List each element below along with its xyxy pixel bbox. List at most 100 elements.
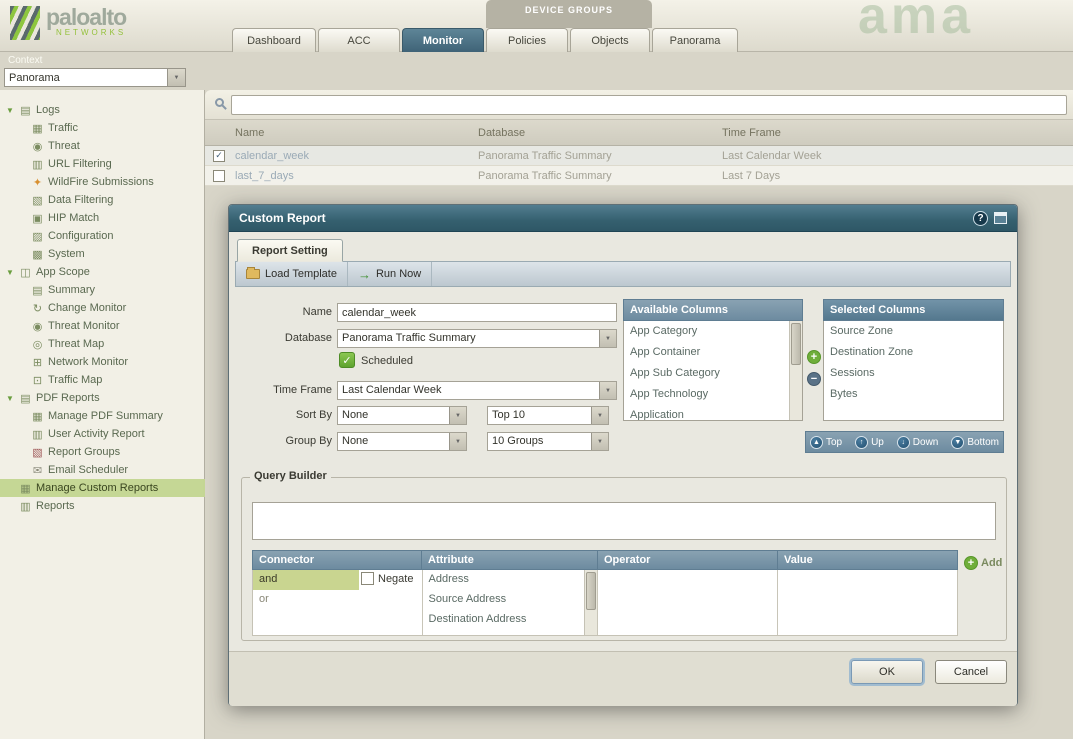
hip-match-icon: ▣ xyxy=(30,212,45,225)
sidebar-item-data-filtering[interactable]: ▧Data Filtering xyxy=(0,191,205,209)
tab-report-setting[interactable]: Report Setting xyxy=(237,239,343,262)
tab-dashboard[interactable]: Dashboard xyxy=(232,28,316,52)
context-value: Panorama xyxy=(5,69,167,86)
attribute-option[interactable]: Destination Address xyxy=(423,610,598,630)
move-up-button[interactable]: ↑Up xyxy=(855,436,884,449)
traffic-icon: ▦ xyxy=(30,122,45,135)
sidebar-item-label: Reports xyxy=(36,500,75,512)
negate-label: Negate xyxy=(378,573,413,585)
scheduled-checkbox[interactable]: ✓ xyxy=(339,352,355,368)
sidebar-item-threat[interactable]: ◉Threat xyxy=(0,137,205,155)
group-by-limit-select[interactable]: 10 Groups ▼ xyxy=(487,432,609,451)
collapse-arrow-icon[interactable]: ▼ xyxy=(6,106,18,115)
available-columns-header: Available Columns xyxy=(623,299,803,321)
sort-by-select[interactable]: None ▼ xyxy=(337,406,467,425)
group-by-select[interactable]: None ▼ xyxy=(337,432,467,451)
column-header-name[interactable]: Name xyxy=(231,127,474,139)
row-checkbox[interactable]: ✓ xyxy=(213,150,225,162)
scrollbar-thumb[interactable] xyxy=(791,323,801,365)
move-top-button[interactable]: ▲Top xyxy=(810,436,842,449)
sort-by-limit-select[interactable]: Top 10 ▼ xyxy=(487,406,609,425)
sidebar-item-manage-pdf-summary[interactable]: ▦Manage PDF Summary xyxy=(0,407,205,425)
time-frame-label: Time Frame xyxy=(237,384,332,396)
list-item[interactable]: App Category xyxy=(624,321,802,342)
report-table-header: Name Database Time Frame xyxy=(205,120,1073,146)
sidebar-item-label: Configuration xyxy=(48,230,113,242)
sidebar-item-traffic[interactable]: ▦Traffic xyxy=(0,119,205,137)
configuration-icon: ▨ xyxy=(30,230,45,243)
collapse-arrow-icon[interactable]: ▼ xyxy=(6,394,18,403)
report-name-link[interactable]: calendar_week xyxy=(231,150,474,162)
sidebar-item-wildfire-submissions[interactable]: ✦WildFire Submissions xyxy=(0,173,205,191)
attribute-option[interactable]: Address xyxy=(423,570,598,590)
list-item[interactable]: App Technology xyxy=(624,384,802,405)
list-item[interactable]: App Container xyxy=(624,342,802,363)
scrollbar[interactable] xyxy=(584,570,597,635)
database-select[interactable]: Panorama Traffic Summary ▼ xyxy=(337,329,617,348)
report-name-link[interactable]: last_7_days xyxy=(231,170,474,182)
move-down-button[interactable]: ↓Down xyxy=(897,436,939,449)
add-rule-button[interactable]: + Add xyxy=(964,556,1002,570)
sidebar-item-pdf-reports[interactable]: ▼▤PDF Reports xyxy=(0,389,205,407)
list-item[interactable]: Destination Zone xyxy=(824,342,1003,363)
row-checkbox[interactable] xyxy=(213,170,225,182)
help-icon[interactable]: ? xyxy=(973,211,988,226)
connector-option-and[interactable]: and xyxy=(253,570,359,590)
sidebar-item-change-monitor[interactable]: ↻Change Monitor xyxy=(0,299,205,317)
report-database: Panorama Traffic Summary xyxy=(474,170,718,182)
list-item[interactable]: Source Zone xyxy=(824,321,1003,342)
list-item[interactable]: Bytes xyxy=(824,384,1003,405)
sidebar-item-manage-custom-reports[interactable]: ▦Manage Custom Reports xyxy=(0,479,205,497)
tab-monitor[interactable]: Monitor xyxy=(402,28,484,52)
sidebar-item-url-filtering[interactable]: ▥URL Filtering xyxy=(0,155,205,173)
list-item[interactable]: Sessions xyxy=(824,363,1003,384)
scrollbar[interactable] xyxy=(789,321,802,420)
sidebar-item-reports[interactable]: ▥Reports xyxy=(0,497,205,515)
collapse-arrow-icon[interactable]: ▼ xyxy=(6,268,18,277)
tab-panorama[interactable]: Panorama xyxy=(652,28,738,52)
available-columns-list: App Category App Container App Sub Categ… xyxy=(623,321,803,421)
traffic-map-icon: ⊡ xyxy=(30,374,45,387)
tab-acc[interactable]: ACC xyxy=(318,28,400,52)
ok-button[interactable]: OK xyxy=(851,660,923,684)
tab-policies[interactable]: Policies xyxy=(486,28,568,52)
sidebar-item-logs[interactable]: ▼▤Logs xyxy=(0,101,205,119)
connector-option-or[interactable]: or xyxy=(253,590,359,610)
list-item[interactable]: Application xyxy=(624,405,802,421)
manage-custom-reports-icon: ▦ xyxy=(18,482,33,495)
minimize-icon[interactable] xyxy=(994,212,1007,224)
scrollbar-thumb[interactable] xyxy=(586,572,596,610)
sidebar-item-report-groups[interactable]: ▧Report Groups xyxy=(0,443,205,461)
time-frame-select[interactable]: Last Calendar Week ▼ xyxy=(337,381,617,400)
sidebar-item-system[interactable]: ▩System xyxy=(0,245,205,263)
sidebar-item-summary[interactable]: ▤Summary xyxy=(0,281,205,299)
add-column-icon[interactable]: + xyxy=(807,350,821,364)
load-template-button[interactable]: Load Template xyxy=(236,262,348,286)
data-filtering-icon: ▧ xyxy=(30,194,45,207)
sidebar-item-threat-map[interactable]: ◎Threat Map xyxy=(0,335,205,353)
sidebar-item-configuration[interactable]: ▨Configuration xyxy=(0,227,205,245)
sidebar-item-hip-match[interactable]: ▣HIP Match xyxy=(0,209,205,227)
remove-column-icon[interactable]: − xyxy=(807,372,821,386)
sidebar-item-threat-monitor[interactable]: ◉Threat Monitor xyxy=(0,317,205,335)
tab-objects[interactable]: Objects xyxy=(570,28,650,52)
sidebar-item-traffic-map[interactable]: ⊡Traffic Map xyxy=(0,371,205,389)
move-bottom-button[interactable]: ▼Bottom xyxy=(951,436,999,449)
sidebar-item-user-activity-report[interactable]: ▥User Activity Report xyxy=(0,425,205,443)
sidebar-item-app-scope[interactable]: ▼◫App Scope xyxy=(0,263,205,281)
sidebar-item-label: Data Filtering xyxy=(48,194,113,206)
query-textarea[interactable] xyxy=(252,502,996,540)
cancel-button[interactable]: Cancel xyxy=(935,660,1007,684)
sidebar-item-network-monitor[interactable]: ⊞Network Monitor xyxy=(0,353,205,371)
attribute-option[interactable]: Source Address xyxy=(423,590,598,610)
sidebar-item-email-scheduler[interactable]: ✉Email Scheduler xyxy=(0,461,205,479)
name-field[interactable] xyxy=(337,303,617,322)
negate-checkbox[interactable] xyxy=(361,572,374,585)
list-item[interactable]: App Sub Category xyxy=(624,363,802,384)
column-header-database[interactable]: Database xyxy=(474,127,718,139)
run-now-button[interactable]: → Run Now xyxy=(348,262,432,286)
context-select[interactable]: Panorama ▼ xyxy=(4,68,186,87)
dialog-title-bar: Custom Report ? xyxy=(229,205,1017,232)
column-header-time-frame[interactable]: Time Frame xyxy=(718,127,1073,139)
search-input[interactable] xyxy=(231,95,1067,115)
